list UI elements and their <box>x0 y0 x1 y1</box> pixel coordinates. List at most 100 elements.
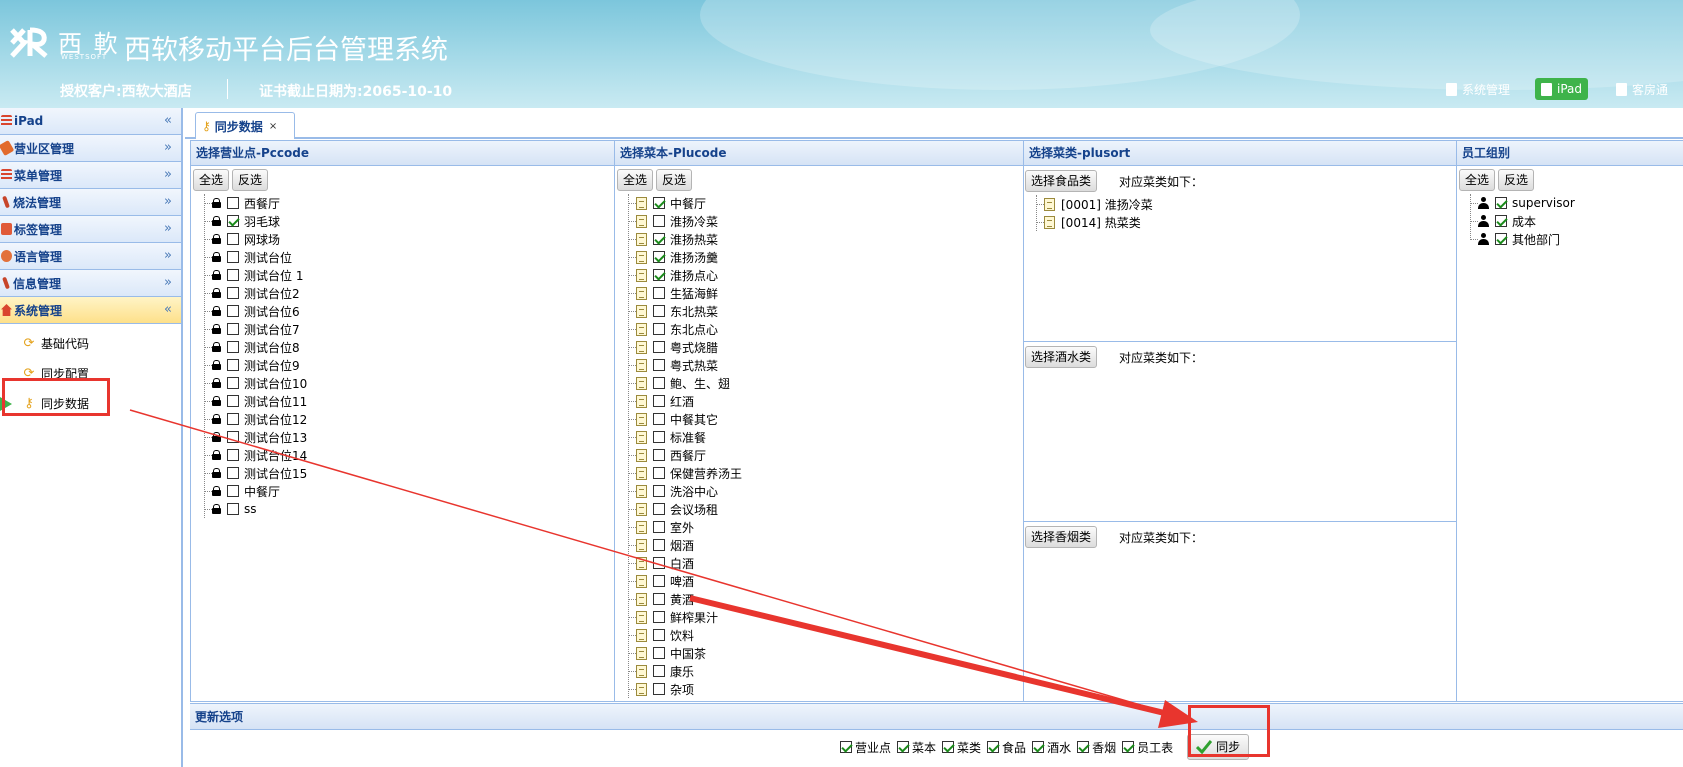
checkbox[interactable] <box>227 377 239 389</box>
checkbox[interactable] <box>653 287 665 299</box>
checkbox[interactable] <box>653 575 665 587</box>
sidebar-subitem-basic-code[interactable]: ⟳ 基础代码 <box>0 328 181 358</box>
list-item[interactable]: 测试台位 1 <box>204 266 614 284</box>
checkbox[interactable] <box>653 197 665 209</box>
list-item[interactable]: 粤式烧腊 <box>628 338 1023 356</box>
select-drink-category-button[interactable]: 选择酒水类 <box>1025 346 1098 368</box>
list-item[interactable]: 饮料 <box>628 626 1023 644</box>
update-option[interactable]: 员工表 <box>1122 739 1173 756</box>
checkbox[interactable] <box>653 395 665 407</box>
checkbox[interactable] <box>653 539 665 551</box>
list-item[interactable]: 测试台位 <box>204 248 614 266</box>
sidebar-item-ipad[interactable]: iPad « <box>0 108 181 135</box>
checkbox[interactable] <box>653 611 665 623</box>
checkbox[interactable] <box>227 233 239 245</box>
checkbox[interactable] <box>227 323 239 335</box>
checkbox[interactable] <box>653 629 665 641</box>
select-all-button[interactable]: 全选 <box>1459 169 1496 191</box>
checkbox[interactable] <box>897 741 910 753</box>
list-item[interactable]: 测试台位12 <box>204 410 614 428</box>
sidebar-item-language[interactable]: 语言管理 » <box>0 243 181 270</box>
checkbox[interactable] <box>653 665 665 677</box>
list-item[interactable]: 烟酒 <box>628 536 1023 554</box>
update-option[interactable]: 菜本 <box>897 739 936 756</box>
checkbox[interactable] <box>653 341 665 353</box>
select-all-button[interactable]: 全选 <box>617 169 654 191</box>
list-item[interactable]: 淮扬点心 <box>628 266 1023 284</box>
list-item[interactable]: 黄酒 <box>628 590 1023 608</box>
invert-selection-button[interactable]: 反选 <box>1498 169 1535 191</box>
update-option[interactable]: 营业点 <box>840 739 891 756</box>
list-item[interactable]: 羽毛球 <box>204 212 614 230</box>
checkbox[interactable] <box>227 269 239 281</box>
list-item[interactable]: 淮扬汤羹 <box>628 248 1023 266</box>
checkbox[interactable] <box>1032 741 1045 753</box>
checkbox[interactable] <box>653 251 665 263</box>
list-item[interactable]: 测试台位14 <box>204 446 614 464</box>
checkbox[interactable] <box>227 197 239 209</box>
list-item[interactable]: 测试台位2 <box>204 284 614 302</box>
checkbox[interactable] <box>1495 233 1507 245</box>
list-item[interactable]: 鲜榨果汁 <box>628 608 1023 626</box>
list-item[interactable]: 测试台位8 <box>204 338 614 356</box>
nav-ipad[interactable]: iPad <box>1535 78 1589 100</box>
checkbox[interactable] <box>840 741 852 753</box>
checkbox[interactable] <box>653 233 665 245</box>
checkbox[interactable] <box>227 287 239 299</box>
checkbox[interactable] <box>227 431 239 443</box>
checkbox[interactable] <box>227 395 239 407</box>
invert-selection-button[interactable]: 反选 <box>232 169 269 191</box>
checkbox[interactable] <box>227 359 239 371</box>
checkbox[interactable] <box>653 359 665 371</box>
list-item[interactable]: 测试台位13 <box>204 428 614 446</box>
list-item[interactable]: 标准餐 <box>628 428 1023 446</box>
checkbox[interactable] <box>653 305 665 317</box>
list-item[interactable]: 网球场 <box>204 230 614 248</box>
sidebar-item-business-area[interactable]: 营业区管理 » <box>0 135 181 162</box>
list-item[interactable]: 白酒 <box>628 554 1023 572</box>
list-item[interactable]: 中餐厅 <box>204 482 614 500</box>
list-item[interactable]: 测试台位15 <box>204 464 614 482</box>
checkbox[interactable] <box>227 305 239 317</box>
update-option[interactable]: 酒水 <box>1032 739 1071 756</box>
sidebar-item-system[interactable]: 系统管理 « <box>0 297 181 324</box>
list-item[interactable]: 杂项 <box>628 680 1023 698</box>
checkbox[interactable] <box>653 323 665 335</box>
list-item[interactable]: 康乐 <box>628 662 1023 680</box>
list-item[interactable]: 红酒 <box>628 392 1023 410</box>
update-option[interactable]: 香烟 <box>1077 739 1116 756</box>
list-item[interactable]: 淮扬冷菜 <box>628 212 1023 230</box>
list-item[interactable]: 东北点心 <box>628 320 1023 338</box>
checkbox[interactable] <box>653 593 665 605</box>
checkbox[interactable] <box>653 683 665 695</box>
sidebar-item-info[interactable]: 信息管理 » <box>0 270 181 297</box>
sidebar-item-cooking[interactable]: 烧法管理 » <box>0 189 181 216</box>
checkbox[interactable] <box>227 215 239 227</box>
checkbox[interactable] <box>653 647 665 659</box>
checkbox[interactable] <box>987 741 1000 753</box>
list-item[interactable]: 淮扬热菜 <box>628 230 1023 248</box>
list-item[interactable]: ss <box>204 500 614 518</box>
checkbox[interactable] <box>653 377 665 389</box>
checkbox[interactable] <box>653 449 665 461</box>
list-item[interactable]: 测试台位9 <box>204 356 614 374</box>
list-item[interactable]: 测试台位6 <box>204 302 614 320</box>
checkbox[interactable] <box>1077 741 1090 753</box>
list-item[interactable]: 洗浴中心 <box>628 482 1023 500</box>
select-cigarette-category-button[interactable]: 选择香烟类 <box>1025 526 1098 548</box>
list-item[interactable]: 鲍、生、翅 <box>628 374 1023 392</box>
tab-sync-data[interactable]: ⚷ 同步数据 × <box>195 112 295 139</box>
list-item[interactable]: 测试台位7 <box>204 320 614 338</box>
checkbox[interactable] <box>653 467 665 479</box>
checkbox[interactable] <box>1122 741 1135 753</box>
checkbox[interactable] <box>653 521 665 533</box>
list-item[interactable]: 粤式热菜 <box>628 356 1023 374</box>
list-item[interactable]: 西餐厅 <box>628 446 1023 464</box>
checkbox[interactable] <box>1495 197 1507 209</box>
list-item[interactable]: 室外 <box>628 518 1023 536</box>
invert-selection-button[interactable]: 反选 <box>656 169 693 191</box>
list-item[interactable]: 保健营养汤王 <box>628 464 1023 482</box>
checkbox[interactable] <box>653 413 665 425</box>
list-item[interactable]: 东北热菜 <box>628 302 1023 320</box>
sidebar-item-tags[interactable]: 标签管理 » <box>0 216 181 243</box>
